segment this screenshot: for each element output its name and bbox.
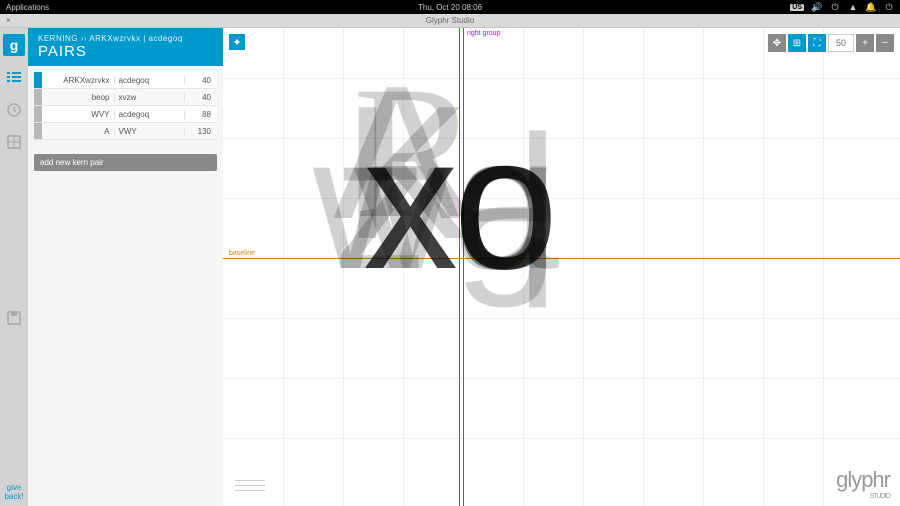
canvas-view-tools: ✥ ⊞ ⛶ 50 + − bbox=[768, 34, 894, 52]
glyph-preview: A R K w v z x a c d e g q o bbox=[343, 88, 600, 278]
volume-icon[interactable]: 🔊 bbox=[812, 2, 822, 12]
wifi-icon[interactable]: ⏻ bbox=[830, 2, 840, 12]
glyphr-brand-logo: glyphr STUDIO bbox=[836, 467, 890, 500]
left-panel-header: KERNING ›› ARKXwzrvkx | acdegoq PAIRS bbox=[28, 28, 223, 66]
table-row[interactable]: beopxvzw40 bbox=[34, 89, 217, 106]
zoom-out-icon[interactable]: − bbox=[876, 34, 894, 52]
baseline-guide-label: baseline bbox=[229, 250, 255, 257]
add-kern-pair-button[interactable]: add new kern pair bbox=[34, 154, 217, 171]
give-back-link[interactable]: give back! bbox=[4, 484, 23, 502]
panel-title: PAIRS bbox=[38, 43, 213, 60]
table-row[interactable]: AVWY130 bbox=[34, 123, 217, 140]
zoom-fit-icon[interactable]: ⛶ bbox=[808, 34, 826, 52]
notifications-icon[interactable]: 🔔 bbox=[866, 2, 876, 12]
canvas-top-left-tools: ✦ bbox=[229, 34, 245, 50]
kern-pairs-table: ARKXwzrvkxacdegoq40 beopxvzw40 WVYacdego… bbox=[34, 72, 217, 140]
table-row[interactable]: WVYacdegoq88 bbox=[34, 106, 217, 123]
pan-tool-icon[interactable]: ✥ bbox=[768, 34, 786, 52]
window-title: Glyphr Studio bbox=[426, 16, 474, 25]
zoom-level-display[interactable]: 50 bbox=[828, 34, 854, 52]
breadcrumb: KERNING ›› ARKXwzrvkx | acdegoq bbox=[38, 34, 213, 43]
applications-menu[interactable]: Applications bbox=[6, 3, 49, 12]
zoom-in-icon[interactable]: + bbox=[856, 34, 874, 52]
attributes-panel-icon[interactable] bbox=[4, 68, 24, 88]
os-top-bar: Applications Thu, Oct 20 08:06 US 🔊 ⏻ ▲ … bbox=[0, 0, 900, 14]
guides-panel-icon[interactable] bbox=[4, 132, 24, 152]
left-panel: KERNING ›› ARKXwzrvkx | acdegoq PAIRS AR… bbox=[28, 28, 223, 506]
units-indicator bbox=[235, 480, 265, 498]
edit-canvas[interactable]: right group baseline A R K w v z x a c d… bbox=[223, 28, 900, 506]
right-group-guide-label: right group bbox=[467, 30, 500, 37]
keyboard-layout-indicator[interactable]: US bbox=[790, 4, 804, 11]
new-shape-tool-icon[interactable]: ✦ bbox=[229, 34, 245, 50]
save-panel-icon[interactable] bbox=[4, 308, 24, 328]
left-icon-strip: g give back! bbox=[0, 28, 28, 506]
os-clock[interactable]: Thu, Oct 20 08:06 bbox=[418, 3, 482, 12]
table-row[interactable]: ARKXwzrvkxacdegoq40 bbox=[34, 72, 217, 89]
network-icon[interactable]: ▲ bbox=[848, 2, 858, 12]
window-close-icon[interactable]: × bbox=[6, 16, 11, 25]
history-panel-icon[interactable] bbox=[4, 100, 24, 120]
app-logo-icon[interactable]: g bbox=[3, 34, 25, 56]
power-icon[interactable]: ⏻ bbox=[884, 2, 894, 12]
zoom-1to1-icon[interactable]: ⊞ bbox=[788, 34, 806, 52]
window-titlebar: × Glyphr Studio bbox=[0, 14, 900, 28]
